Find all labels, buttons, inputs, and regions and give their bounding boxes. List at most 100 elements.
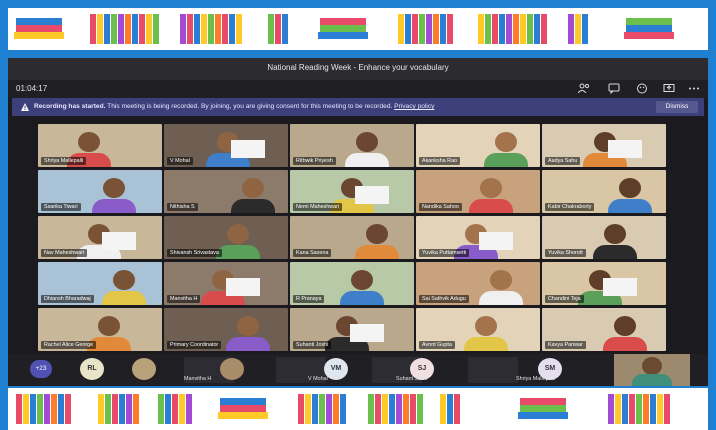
warning-icon	[21, 103, 29, 111]
participant-figure	[102, 291, 146, 305]
participant-tile[interactable]: Sai Sathvik Adugu	[416, 262, 540, 305]
dismiss-button[interactable]: Dismiss	[656, 101, 698, 113]
participant-tile[interactable]: Aadya Sahu	[542, 124, 666, 167]
participant-name: Kana Saxena	[293, 249, 332, 257]
participant-tile[interactable]: Ssarika Tiwari	[38, 170, 162, 213]
participant-tile[interactable]: R Pranaya	[290, 262, 414, 305]
held-paper	[102, 232, 136, 250]
participant-figure	[340, 291, 384, 305]
overflow-count-badge[interactable]: +23	[30, 360, 52, 378]
participant-name: Nandika Sahoo	[419, 203, 462, 211]
held-paper	[226, 278, 260, 296]
participant-tile[interactable]: Nandika Sahoo	[416, 170, 540, 213]
held-paper	[350, 324, 384, 342]
participant-name: Aadya Sahu	[545, 157, 581, 165]
participants-icon[interactable]	[578, 83, 590, 94]
avatar[interactable]: RL	[80, 358, 104, 380]
books-illustration	[16, 394, 670, 424]
participant-video-thumbnail[interactable]	[468, 357, 518, 383]
participant-name: Shriya Mallepalli	[516, 376, 556, 382]
participant-figure	[98, 316, 120, 336]
participant-name: Shriya Mallepalli	[41, 157, 87, 165]
participant-strip: +23 RL Manvitha H VM V Mohal SJ Suhant J…	[8, 354, 708, 386]
participant-tile[interactable]: V Mohal	[164, 124, 288, 167]
participant-figure	[614, 316, 636, 336]
meeting-window: National Reading Week - Enhance your voc…	[8, 58, 708, 386]
participant-name: Nithisha S	[167, 203, 198, 211]
participant-name: Avnnt Gupta	[419, 341, 455, 349]
share-icon[interactable]	[663, 83, 675, 94]
books-illustration	[14, 14, 674, 44]
participant-name: Ssarika Tiwari	[41, 203, 81, 211]
participant-name: V Mohal	[308, 376, 328, 382]
participant-figure	[469, 199, 513, 213]
participant-tile[interactable]: Rachel Alice George	[38, 308, 162, 351]
participant-figure	[479, 291, 523, 305]
participant-figure	[604, 224, 626, 244]
participant-name: Suhanti Joshi	[293, 341, 332, 349]
bottom-book-border	[8, 388, 708, 430]
recording-banner: Recording has started. This meeting is b…	[12, 98, 704, 116]
participant-figure	[490, 270, 512, 290]
participant-name: Suhant Joshi	[396, 376, 428, 382]
participant-tile[interactable]: Kana Saxena	[290, 216, 414, 259]
participant-figure	[608, 199, 652, 213]
participant-tile[interactable]: Rithwik Priyesh	[290, 124, 414, 167]
participant-name: Manvitha H	[184, 376, 212, 382]
participant-tile[interactable]: Yuvika Puttamsetti	[416, 216, 540, 259]
participant-figure	[355, 245, 399, 259]
participant-name: Manvitha H	[167, 295, 201, 303]
video-grid: Shriya Mallepalli V Mohal Rithwik Priyesh A…	[38, 124, 668, 354]
participant-tile[interactable]: Nithisha S	[164, 170, 288, 213]
poster-frame: National Reading Week - Enhance your voc…	[0, 0, 716, 430]
participant-tile[interactable]: Kavya Panwar	[542, 308, 666, 351]
participant-figure	[103, 178, 125, 198]
participant-figure	[475, 316, 497, 336]
participant-figure	[593, 245, 637, 259]
participant-figure	[227, 224, 249, 244]
self-view-video[interactable]	[614, 354, 690, 386]
banner-message: This meeting is being recorded. By joini…	[107, 103, 393, 110]
chat-icon[interactable]	[608, 83, 620, 94]
participant-figure	[231, 199, 275, 213]
participant-figure	[464, 337, 508, 351]
participant-figure	[495, 132, 517, 152]
participant-figure	[78, 132, 100, 152]
participant-figure	[366, 224, 388, 244]
participant-name: V Mohal	[167, 157, 193, 165]
participant-name: Nav Maheshwari	[41, 249, 88, 257]
participant-name: R Pranaya	[293, 295, 325, 303]
participant-figure	[226, 337, 270, 351]
participant-tile[interactable]: Nav Maheshwari	[38, 216, 162, 259]
participant-tile[interactable]: Kabir Chakraborty	[542, 170, 666, 213]
participant-tile[interactable]: Primary Coordinator	[164, 308, 288, 351]
avatar[interactable]	[132, 358, 156, 380]
participant-name: Kavya Panwar	[545, 341, 586, 349]
participant-figure	[237, 316, 259, 336]
participant-figure	[351, 270, 373, 290]
participant-tile[interactable]: Nemi Maheshwari	[290, 170, 414, 213]
participant-figure	[619, 178, 641, 198]
avatar[interactable]	[220, 358, 244, 380]
participant-tile[interactable]: Shriya Mallepalli	[38, 124, 162, 167]
held-paper	[355, 186, 389, 204]
privacy-policy-link[interactable]: Privacy policy	[394, 103, 434, 110]
participant-name: Kabir Chakraborty	[545, 203, 595, 211]
participant-name: Rachel Alice George	[41, 341, 97, 349]
participant-tile[interactable]: Yuvika Shorott	[542, 216, 666, 259]
more-icon[interactable]	[688, 83, 700, 94]
participant-tile[interactable]: Shivansh Srivastava	[164, 216, 288, 259]
meeting-title: National Reading Week - Enhance your voc…	[267, 63, 449, 72]
participant-tile[interactable]: Akanksha Rao	[416, 124, 540, 167]
banner-text: Recording has started. This meeting is b…	[34, 103, 434, 110]
participant-tile[interactable]: Chandini Teja	[542, 262, 666, 305]
reactions-icon[interactable]	[636, 83, 648, 94]
participant-tile[interactable]: Suhanti Joshi	[290, 308, 414, 351]
participant-name: Shivansh Srivastava	[167, 249, 222, 257]
participant-tile[interactable]: Manvitha H	[164, 262, 288, 305]
participant-name: Yuvika Puttamsetti	[419, 249, 470, 257]
participant-tile[interactable]: Dhiansh Bharadwaj	[38, 262, 162, 305]
participant-name: Yuvika Shorott	[545, 249, 586, 257]
participant-figure	[484, 153, 528, 167]
participant-tile[interactable]: Avnnt Gupta	[416, 308, 540, 351]
